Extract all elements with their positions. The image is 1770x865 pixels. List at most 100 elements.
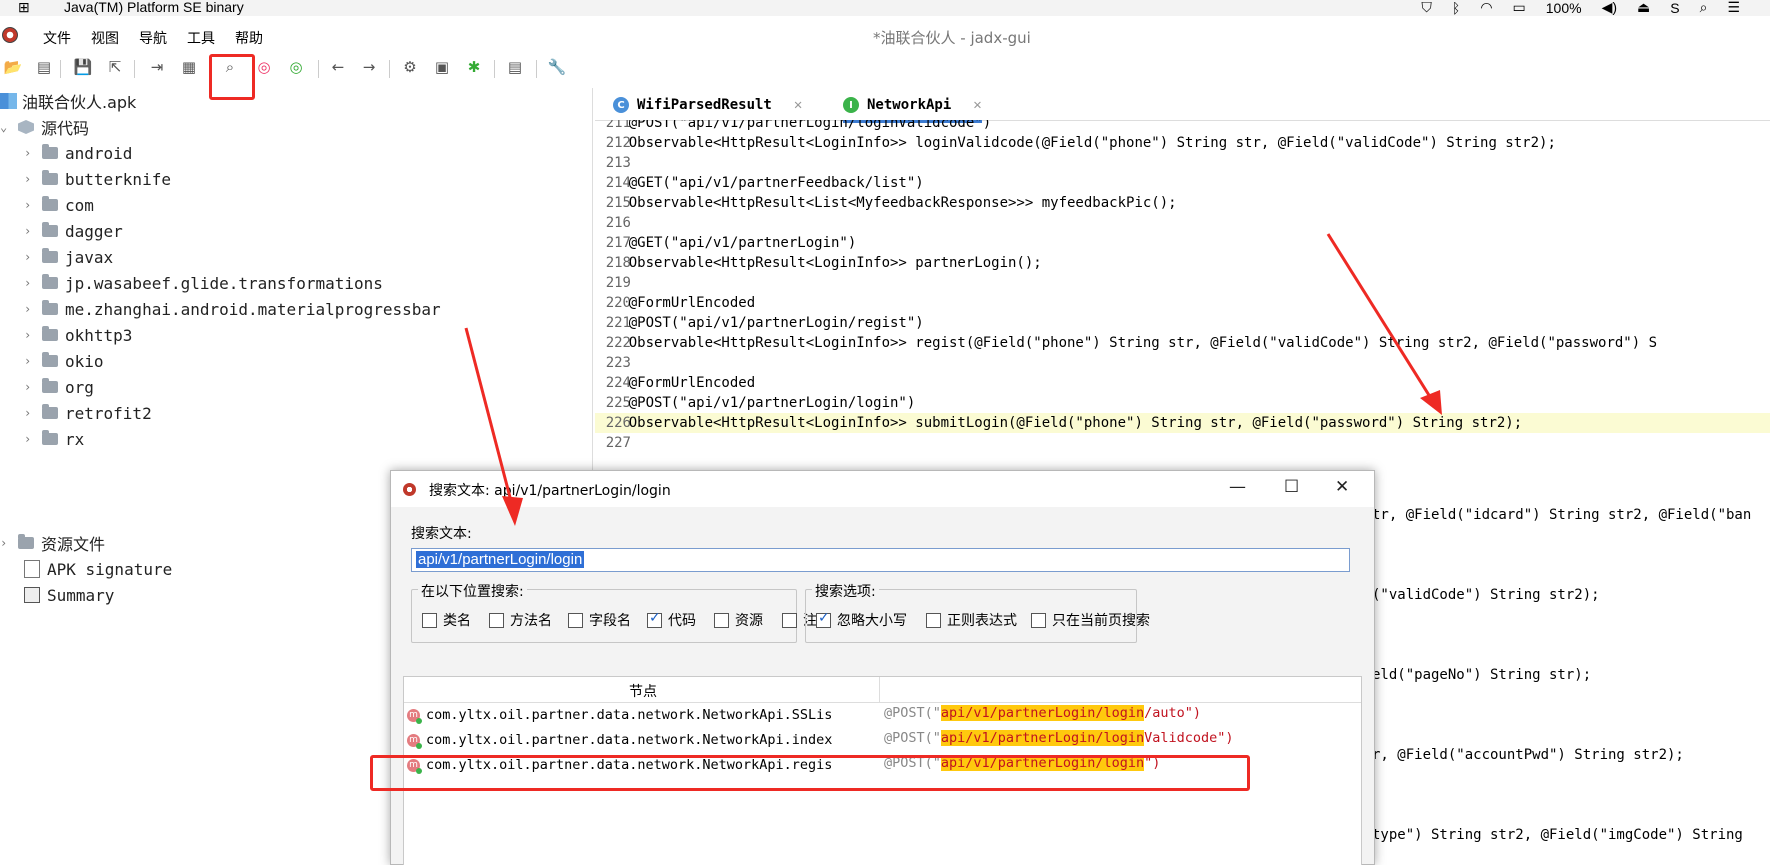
tree-package-item[interactable]: › okio [24,350,104,372]
checkbox[interactable] [422,612,437,628]
tree-package-item[interactable]: › jp.wasabeef.glide.transformations [24,272,383,294]
checkbox-option[interactable]: 忽略大小写 [816,610,907,630]
menu-navigate[interactable]: 导航 [139,28,167,48]
open-folder-icon[interactable]: 📂 [2,56,24,78]
battery-percent: 100% [1545,0,1582,16]
result-row[interactable]: m com.yltx.oil.partner.data.network.Netwo… [404,730,1361,752]
search-input[interactable]: api/v1/partnerLogin/login [411,548,1350,572]
export-icon[interactable]: ⇱ [104,56,126,78]
tree-package-item[interactable]: › org [24,376,94,398]
search-icon[interactable]: ⌕ [1700,0,1708,16]
chevron-right-icon[interactable]: › [24,328,36,342]
toolbar: 📂 ▤ 💾 ⇱ ⇥ ▦ ⌕ ◎ ◎ ← → ⚙ ▣ ✱ ▤ 🔧 [0,56,600,88]
save-icon[interactable]: 💾 [72,56,94,78]
volume-icon[interactable]: ◀) [1602,0,1617,16]
checkbox-option[interactable]: 代码 [647,610,696,630]
find-class-icon[interactable]: ◎ [253,56,275,78]
chevron-right-icon[interactable]: › [24,250,36,264]
menu-help[interactable]: 帮助 [235,28,263,48]
status-tray: ⛉ ᛒ ◠ ▭ 100% ◀) ⏏ S ⌕ ☰ [1421,0,1740,16]
tree-package-item[interactable]: › com [24,194,94,216]
tab-wifiparsedresult[interactable]: C WifiParsedResult ✕ [613,90,802,120]
checkbox[interactable] [647,610,662,628]
chevron-right-icon[interactable]: › [24,432,36,446]
chevron-right-icon[interactable]: › [24,354,36,368]
menu-view[interactable]: 视图 [91,28,119,48]
find-usage-icon[interactable]: ◎ [285,56,307,78]
log-icon[interactable]: ▤ [504,56,526,78]
checkbox[interactable] [1031,612,1046,628]
checkbox[interactable] [926,612,941,628]
checkbox-option[interactable]: 资源 [714,610,763,630]
tree-resources-node[interactable]: › 资源文件 [0,532,105,554]
tree-package-item[interactable]: › butterknife [24,168,171,190]
chevron-right-icon[interactable]: › [0,536,12,550]
chevron-right-icon[interactable]: › [24,406,36,420]
package-label: retrofit2 [65,403,152,423]
tree-package-item[interactable]: › retrofit2 [24,402,152,424]
log-viewer-icon[interactable]: ▣ [431,56,453,78]
checkbox[interactable] [489,612,504,628]
menu-tools[interactable]: 工具 [187,28,215,48]
code-text: @POST("api/v1/partnerLogin/regist") [595,315,924,331]
checkbox-option[interactable]: 类名 [422,610,471,630]
tree-package-item[interactable]: › dagger [24,220,123,242]
chevron-right-icon[interactable]: › [24,146,36,160]
control-center-icon[interactable]: ☰ [1727,0,1740,16]
bluetooth-icon[interactable]: ᛒ [1452,0,1460,16]
debug-bug-icon[interactable]: ✱ [463,56,485,78]
windows-logo-icon[interactable]: ⊞ [18,0,30,16]
checkbox-option[interactable]: 只在当前页搜索 [1031,610,1150,630]
maximize-icon[interactable]: ☐ [1284,477,1299,497]
add-file-icon[interactable]: ▤ [33,56,55,78]
package-label: com [65,195,94,215]
code-line: 214 @GET("api/v1/partnerFeedback/list") [595,173,1770,193]
folder-icon [42,378,58,393]
tree-apk-root[interactable]: 油联合伙人.apk [0,90,136,112]
chevron-right-icon[interactable]: › [24,302,36,316]
checkbox[interactable] [782,612,797,628]
checkbox-option[interactable]: 字段名 [568,610,631,630]
menu-file[interactable]: 文件 [43,28,71,48]
display-icon[interactable]: ▭ [1513,0,1526,16]
shield-icon[interactable]: ⛉ [1421,0,1432,16]
checkbox[interactable] [714,612,729,628]
package-label: me.zhanghai.android.materialprogressbar [65,299,441,319]
tree-package-item[interactable]: › android [24,142,132,164]
wifi-icon[interactable]: ◠ [1480,0,1492,16]
flatten-icon[interactable]: ▦ [178,56,200,78]
checkbox-option[interactable]: 方法名 [489,610,552,630]
tree-package-item[interactable]: › me.zhanghai.android.materialprogressbar [24,298,441,320]
tab-networkapi[interactable]: I NetworkApi ✕ [843,90,982,123]
chevron-right-icon[interactable]: › [24,276,36,290]
tree-package-item[interactable]: › javax [24,246,113,268]
checkbox[interactable] [816,610,831,628]
chevron-down-icon[interactable]: ⌄ [0,120,12,134]
close-tab-icon[interactable]: ✕ [973,97,981,113]
close-icon[interactable]: ✕ [1335,477,1349,497]
chevron-right-icon[interactable]: › [24,380,36,394]
deobfuscate-icon[interactable]: ⚙ [399,56,421,78]
back-arrow-icon[interactable]: ← [327,56,349,78]
tree-summary[interactable]: Summary [24,584,114,606]
line-number: 219 [605,275,631,291]
sync-icon[interactable]: ⇥ [146,56,168,78]
node-column-header[interactable]: 节点 [629,681,657,701]
folder-icon [42,144,58,159]
forward-arrow-icon[interactable]: → [358,56,380,78]
result-row[interactable]: m com.yltx.oil.partner.data.network.Netwo… [404,705,1361,727]
chevron-right-icon[interactable]: › [24,172,36,186]
preferences-wrench-icon[interactable]: 🔧 [546,56,568,78]
tree-package-item[interactable]: › rx [24,428,84,450]
tree-package-item[interactable]: › okhttp3 [24,324,132,346]
tree-source-node[interactable]: ⌄ 源代码 [0,116,89,138]
app-switch-icon[interactable]: S [1670,0,1679,16]
chevron-right-icon[interactable]: › [24,224,36,238]
chevron-right-icon[interactable]: › [24,198,36,212]
eject-icon[interactable]: ⏏ [1637,0,1650,16]
minimize-icon[interactable]: — [1229,477,1246,497]
close-tab-icon[interactable]: ✕ [794,97,802,113]
checkbox[interactable] [568,612,583,628]
checkbox-option[interactable]: 正则表达式 [926,610,1017,630]
tree-apk-signature[interactable]: APK signature [24,558,172,580]
